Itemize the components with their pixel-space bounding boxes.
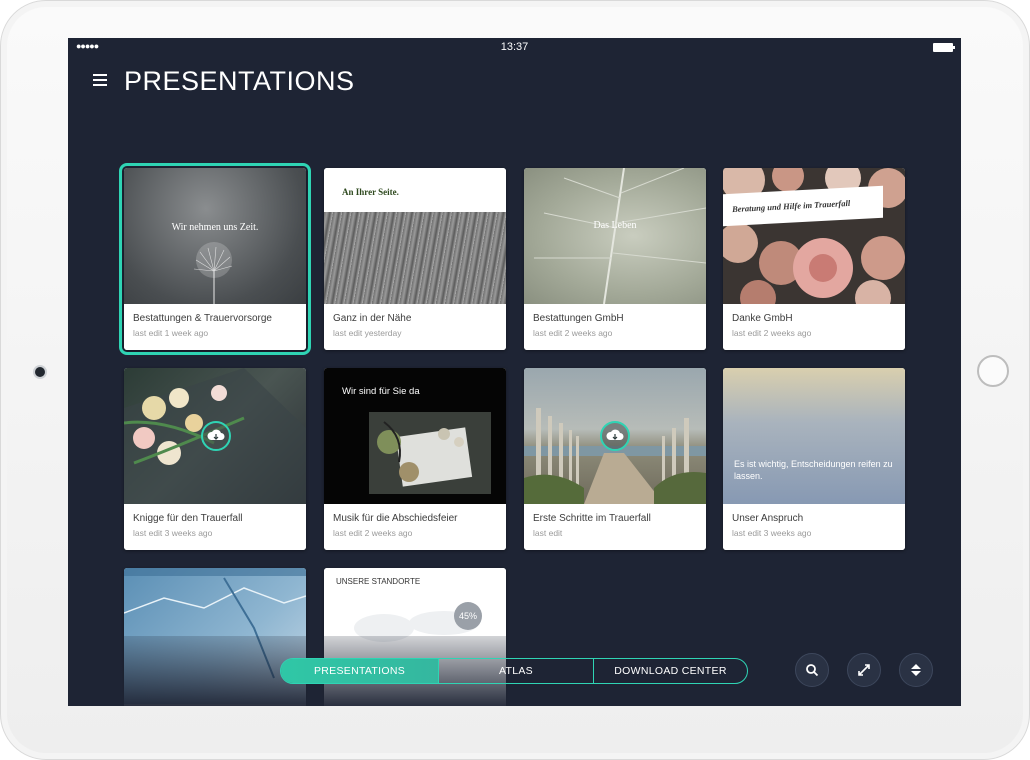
card-thumbnail: Es ist wichtig, Entscheidungen reifen zu… xyxy=(723,368,905,504)
search-button[interactable] xyxy=(795,653,829,687)
home-button[interactable] xyxy=(977,355,1009,387)
card-title: Erste Schritte im Trauerfall xyxy=(533,513,651,524)
card-title: Danke GmbH xyxy=(732,313,793,324)
card-title: Knigge für den Trauerfall xyxy=(133,513,243,524)
thumbnail-title: An Ihrer Seite. xyxy=(342,187,399,197)
presentation-card[interactable]: Das Leben Bestattungen GmbH last edit 2 … xyxy=(524,168,706,350)
card-info: Danke GmbH last edit 2 weeks ago xyxy=(723,304,905,350)
card-thumbnail xyxy=(524,368,706,504)
thumbnail-title: Das Leben xyxy=(593,220,637,231)
card-info: Knigge für den Trauerfall last edit 3 we… xyxy=(124,504,306,550)
card-last-edit: last edit 2 weeks ago xyxy=(333,528,413,538)
sort-icon xyxy=(911,664,921,676)
tab-download-center[interactable]: DOWNLOAD CENTER xyxy=(593,659,747,683)
battery-icon xyxy=(933,43,955,52)
grass-image xyxy=(324,212,506,304)
table-photo-image xyxy=(369,412,491,494)
card-info: Erste Schritte im Trauerfall last edit xyxy=(524,504,706,550)
page-title: PRESENTATIONS xyxy=(124,66,355,96)
card-info: Unser Anspruch last edit 3 weeks ago xyxy=(723,504,905,550)
section-switcher: PRESENTATIONS ATLAS DOWNLOAD CENTER xyxy=(280,658,748,684)
presentation-card[interactable]: An Ihrer Seite. Ganz in der Nähe last ed… xyxy=(324,168,506,350)
leaf-image xyxy=(534,168,706,304)
card-info: Bestattungen & Trauervorsorge last edit … xyxy=(124,304,306,350)
card-last-edit: last edit 2 weeks ago xyxy=(533,328,613,338)
presentation-card[interactable]: Wir sind für Sie da Musik für die Abschi… xyxy=(324,368,506,550)
fullscreen-button[interactable] xyxy=(847,653,881,687)
card-thumbnail: Wir sind für Sie da xyxy=(324,368,506,504)
thumbnail-title: Wir sind für Sie da xyxy=(342,386,420,397)
card-thumbnail: Das Leben xyxy=(524,168,706,304)
search-icon xyxy=(806,664,819,677)
card-last-edit: last edit yesterday xyxy=(333,328,402,338)
card-last-edit: last edit 1 week ago xyxy=(133,328,209,338)
presentation-card[interactable]: Es ist wichtig, Entscheidungen reifen zu… xyxy=(723,368,905,550)
download-cloud-icon[interactable] xyxy=(201,421,231,451)
card-title: Bestattungen & Trauervorsorge xyxy=(133,313,272,324)
card-thumbnail: Beratung und Hilfe im Trauerfall xyxy=(723,168,905,304)
card-last-edit: last edit 2 weeks ago xyxy=(732,328,812,338)
app-screen: ●●●●● 13:37 PRESENTATIONS Wir nehmen uns… xyxy=(68,38,961,706)
presentation-card[interactable]: Wir nehmen uns Zeit. Bestattungen & Trau… xyxy=(119,163,311,355)
presentation-card[interactable]: Erste Schritte im Trauerfall last edit xyxy=(524,368,706,550)
status-bar: ●●●●● 13:37 xyxy=(68,38,961,58)
card-info: Bestattungen GmbH last edit 2 weeks ago xyxy=(524,304,706,350)
card-thumbnail xyxy=(124,368,306,504)
sort-button[interactable] xyxy=(899,653,933,687)
card-last-edit: last edit 3 weeks ago xyxy=(732,528,812,538)
card-info: Ganz in der Nähe last edit yesterday xyxy=(324,304,506,350)
card-last-edit: last edit xyxy=(533,528,563,538)
status-time: 13:37 xyxy=(500,41,529,53)
card-title: Ganz in der Nähe xyxy=(333,313,412,324)
hamburger-menu-icon[interactable] xyxy=(93,74,107,86)
card-title: Musik für die Abschiedsfeier xyxy=(333,513,458,524)
thumbnail-title: Es ist wichtig, Entscheidungen reifen zu… xyxy=(734,459,893,481)
thumbnail-title: Wir nehmen uns Zeit. xyxy=(171,222,259,233)
card-info: Musik für die Abschiedsfeier last edit 2… xyxy=(324,504,506,550)
progress-badge: 45% xyxy=(454,602,482,630)
expand-icon xyxy=(858,664,870,676)
card-thumbnail: An Ihrer Seite. xyxy=(324,168,506,304)
card-title: Unser Anspruch xyxy=(732,513,804,524)
dandelion-image xyxy=(193,242,233,304)
presentation-card[interactable]: Knigge für den Trauerfall last edit 3 we… xyxy=(124,368,306,550)
card-last-edit: last edit 3 weeks ago xyxy=(133,528,213,538)
download-cloud-icon[interactable] xyxy=(600,421,630,451)
tab-atlas[interactable]: ATLAS xyxy=(438,659,593,683)
front-camera xyxy=(35,367,45,377)
card-thumbnail: Wir nehmen uns Zeit. xyxy=(124,168,306,304)
tab-presentations[interactable]: PRESENTATIONS xyxy=(281,659,438,683)
presentation-card[interactable]: Beratung und Hilfe im Trauerfall Danke G… xyxy=(723,168,905,350)
card-title: Bestattungen GmbH xyxy=(533,313,624,324)
